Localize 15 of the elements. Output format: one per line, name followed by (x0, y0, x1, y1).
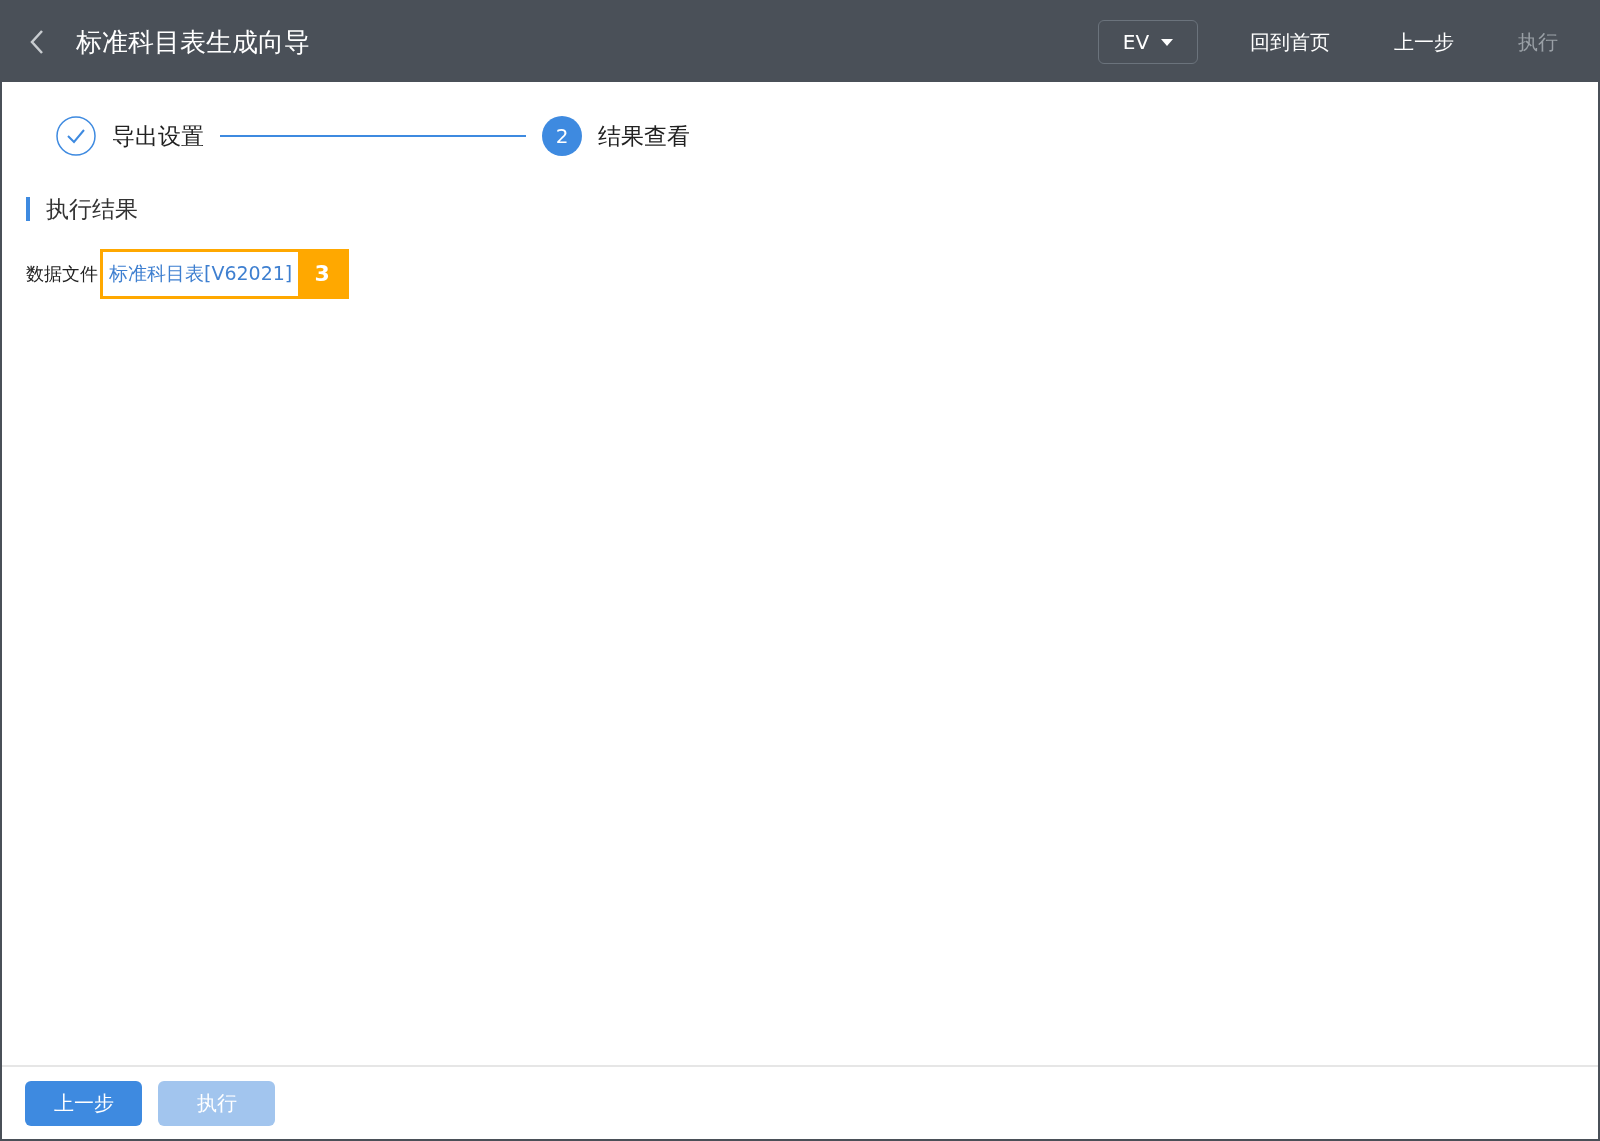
header-action-button[interactable]: 上一步 (1382, 19, 1466, 65)
data-file-link[interactable]: 标准科目表[V62021] (103, 259, 299, 288)
callout-badge: 3 (298, 251, 347, 296)
field-label: 数据文件 (26, 262, 98, 286)
section-title: 执行结果 (46, 195, 138, 224)
version-dropdown[interactable]: EV (1098, 20, 1198, 64)
step-number: 2 (542, 116, 582, 156)
step-label: 导出设置 (112, 121, 204, 151)
footer-button[interactable]: 上一步 (25, 1080, 142, 1126)
step-label: 结果查看 (598, 121, 690, 151)
section-accent-bar (26, 197, 30, 222)
back-icon[interactable] (30, 29, 44, 55)
header-action-button[interactable]: 回到首页 (1238, 19, 1342, 65)
caret-icon (1161, 38, 1174, 46)
window-title: 标准科目表生成向导 (76, 25, 310, 59)
